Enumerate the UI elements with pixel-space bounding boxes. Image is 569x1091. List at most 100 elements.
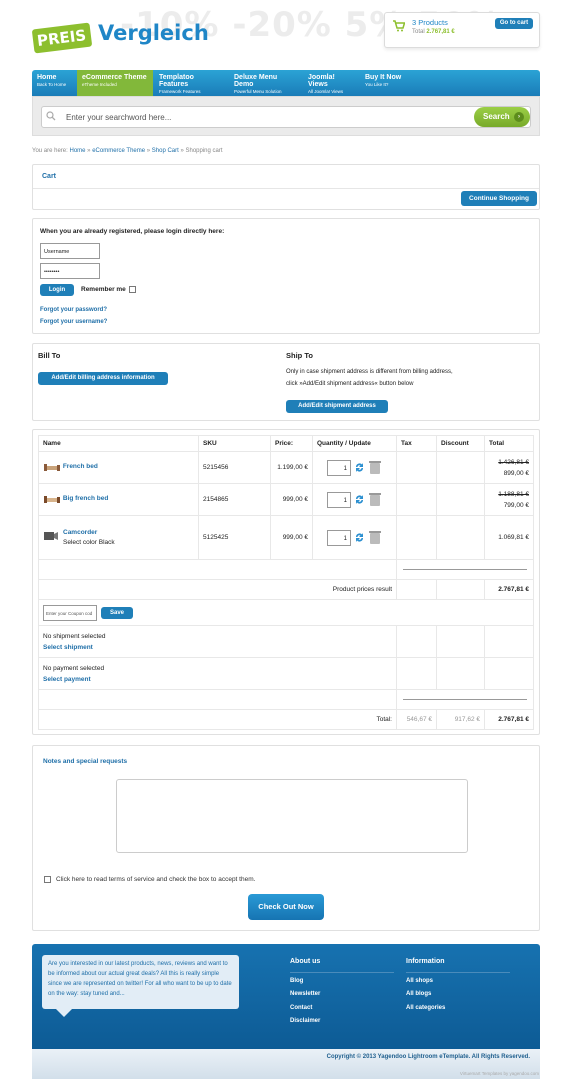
select-shipment-link[interactable]: Select shipment: [43, 644, 392, 651]
product-link[interactable]: Camcorder: [63, 529, 97, 536]
twitter-bubble: Are you interested in our latest product…: [42, 955, 239, 1009]
nav-subtitle: You Like It?: [365, 82, 389, 87]
notes-textarea[interactable]: [116, 779, 468, 853]
terms-checkbox[interactable]: [44, 876, 51, 883]
password-field[interactable]: ••••••••: [40, 263, 100, 279]
trash-icon[interactable]: [368, 530, 382, 545]
spacer-row: [38, 559, 534, 580]
total-cell: 1.069,81 €: [484, 515, 534, 560]
trash-icon[interactable]: [368, 492, 382, 507]
nav-item-deluxe-menu[interactable]: Deluxe Menu Demo Powerful Menu Solution: [229, 70, 303, 96]
breadcrumb-ecommerce-theme[interactable]: eCommerce Theme: [92, 148, 145, 154]
divider: [403, 569, 527, 570]
nav-title: Buy It Now: [365, 74, 402, 81]
search-input[interactable]: Enter your searchword here...: [41, 106, 531, 128]
forgot-password-link[interactable]: Forgot your password?: [40, 307, 107, 313]
breadcrumb-separator: »: [180, 148, 184, 154]
footer-link-newsletter[interactable]: Newsletter: [290, 991, 320, 997]
refresh-icon[interactable]: [354, 461, 365, 474]
breadcrumb-shop-cart[interactable]: Shop Cart: [152, 148, 179, 154]
search-button-label: Search: [483, 112, 510, 121]
footer-link-blog[interactable]: Blog: [290, 978, 303, 984]
edit-billing-address-button[interactable]: Add/Edit billing address information: [38, 372, 168, 385]
col-price: Price:: [270, 435, 313, 452]
table-header-row: Name SKU Price: Quantity / Update Tax Di…: [38, 435, 534, 452]
sku-cell: 5125425: [198, 515, 271, 560]
cart-panel: Cart Continue Shopping: [32, 164, 540, 210]
nav-title: Templatoo Features: [159, 74, 194, 88]
breadcrumb-prefix: You are here:: [32, 148, 68, 154]
refresh-icon[interactable]: [354, 493, 365, 506]
breadcrumb-current: Shopping cart: [185, 148, 223, 154]
remember-me-label: Remember me: [81, 286, 126, 293]
bubble-tail: [56, 1009, 72, 1017]
nav-item-buy-it-now[interactable]: Buy It Now You Like It?: [360, 70, 412, 96]
username-field[interactable]: Username: [40, 243, 100, 259]
quantity-input[interactable]: 1: [327, 491, 351, 508]
notes-heading: Notes and special requests: [43, 758, 128, 765]
footer-link-all-categories[interactable]: All categories: [406, 1005, 445, 1011]
footer-link-contact[interactable]: Contact: [290, 1005, 312, 1011]
tax-cell: [396, 483, 437, 516]
login-panel: When you are already registered, please …: [32, 218, 540, 334]
search-bar: Enter your searchword here... Search ›: [32, 96, 540, 136]
sku-cell: 2154865: [198, 483, 271, 516]
nav-item-ecommerce[interactable]: eCommerce Theme eTheme Included: [77, 70, 153, 96]
coupon-save-button[interactable]: Save: [101, 606, 133, 619]
cart-icon: [393, 20, 405, 32]
mini-cart: 3 Products Total 2.767,81 € Go to cart: [384, 12, 540, 48]
prices-result-label: Product prices result: [38, 579, 397, 600]
select-payment-link[interactable]: Select payment: [43, 676, 392, 683]
go-to-cart-button[interactable]: Go to cart: [495, 18, 533, 29]
checkout-button[interactable]: Check Out Now: [248, 894, 324, 920]
price-cell: 1.199,00 €: [270, 451, 313, 484]
forgot-username-link[interactable]: Forgot your username?: [40, 319, 107, 325]
product-link[interactable]: Big french bed: [63, 495, 109, 502]
login-button[interactable]: Login: [40, 284, 74, 296]
product-cell: Big french bed: [38, 483, 199, 516]
col-quantity: Quantity / Update: [312, 435, 397, 452]
copyright-text: Copyright © 2013 Yagendoo Lightroom eTem…: [326, 1054, 530, 1060]
edit-shipment-address-button[interactable]: Add/Edit shipment address: [286, 400, 388, 413]
address-panel: Bill To Add/Edit billing address informa…: [32, 343, 540, 421]
coupon-input[interactable]: Enter your Coupon cod: [43, 604, 97, 621]
quantity-input[interactable]: 1: [327, 529, 351, 546]
search-button[interactable]: Search ›: [474, 107, 530, 127]
footer-link-all-shops[interactable]: All shops: [406, 978, 433, 984]
refresh-icon[interactable]: [354, 531, 365, 544]
divider: [33, 188, 539, 189]
nav-title: Joomla! Views: [308, 74, 335, 88]
footer-link-disclaimer[interactable]: Disclaimer: [290, 1018, 320, 1024]
breadcrumb-separator: »: [146, 148, 151, 154]
cart-count[interactable]: 3 Products: [412, 18, 448, 27]
trash-icon[interactable]: [368, 460, 382, 475]
breadcrumb-home[interactable]: Home: [69, 148, 85, 154]
credit-text[interactable]: Virtuemart Templates by yagendoo.com: [460, 1071, 539, 1076]
nav-item-features[interactable]: Templatoo Features Framework Features: [154, 70, 229, 96]
nav-subtitle: All Joomla! Views: [308, 89, 344, 94]
nav-subtitle: eTheme Included: [82, 82, 117, 87]
tax-cell: [396, 451, 437, 484]
bill-to-heading: Bill To: [38, 351, 61, 360]
logo-tag[interactable]: PREIS: [31, 22, 93, 54]
footer-link-all-blogs[interactable]: All blogs: [406, 991, 431, 997]
notes-panel: Notes and special requests Click here to…: [32, 745, 540, 931]
divider: [403, 699, 527, 700]
nav-subtitle: Framework Features: [159, 89, 201, 94]
quantity-cell: 1: [312, 515, 397, 560]
total-discount: 917,62 €: [436, 709, 485, 730]
continue-shopping-button[interactable]: Continue Shopping: [461, 191, 537, 206]
nav-item-home[interactable]: Home Back To Home: [32, 70, 76, 96]
nav-item-joomla-views[interactable]: Joomla! Views All Joomla! Views: [303, 70, 360, 96]
quantity-input[interactable]: 1: [327, 459, 351, 476]
cart-title: Cart: [42, 173, 57, 180]
arrow-right-icon: ›: [514, 112, 524, 122]
new-total: 899,00 €: [503, 469, 529, 477]
ship-to-heading: Ship To: [286, 351, 313, 360]
total-tax: 546,67 €: [396, 709, 437, 730]
quantity-cell: 1: [312, 451, 397, 484]
product-link[interactable]: French bed: [63, 463, 98, 470]
remember-me-checkbox[interactable]: [129, 286, 136, 293]
terms-text[interactable]: Click here to read terms of service and …: [56, 876, 255, 883]
logo-word[interactable]: Vergleich: [98, 21, 209, 45]
